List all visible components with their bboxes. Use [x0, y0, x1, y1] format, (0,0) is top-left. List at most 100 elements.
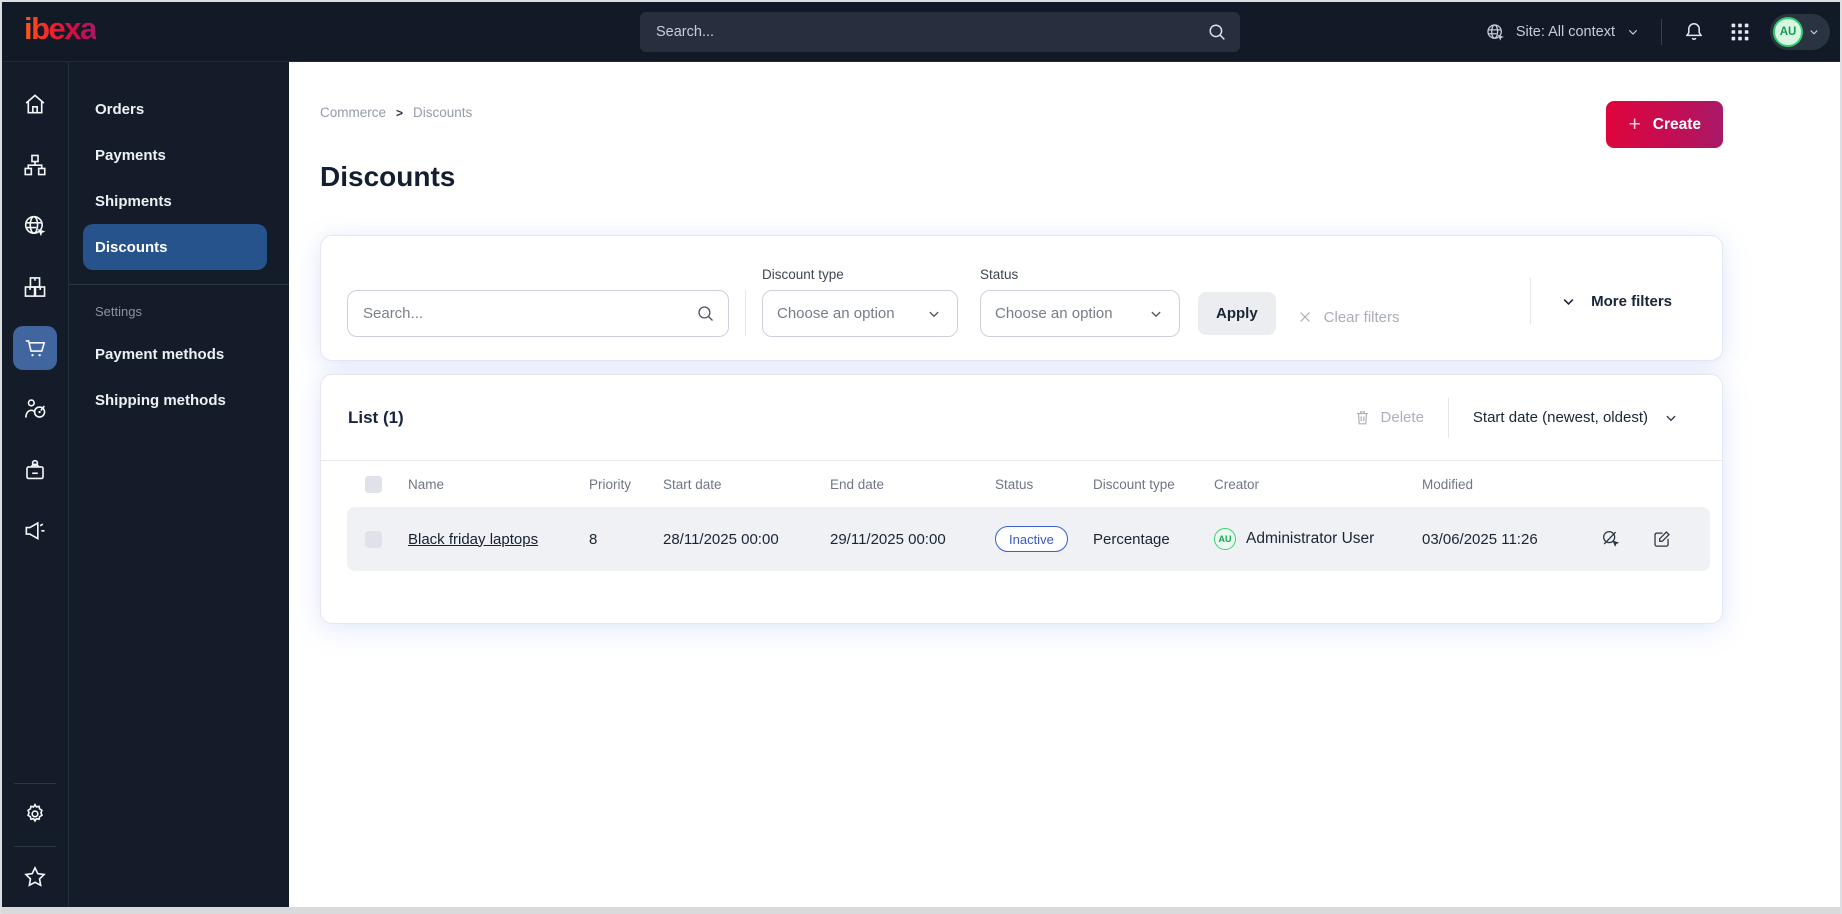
settings-gear-icon[interactable] — [13, 792, 57, 836]
apply-button[interactable]: Apply — [1198, 292, 1276, 335]
creator-name: Administrator User — [1246, 530, 1375, 547]
sidebar-item-payment-methods[interactable]: Payment methods — [69, 331, 289, 377]
row-creator: AU Administrator User — [1214, 528, 1422, 550]
globe-icon — [1487, 23, 1504, 41]
status-value: Choose an option — [995, 305, 1113, 322]
user-menu[interactable]: AU — [1770, 14, 1830, 50]
filter-divider — [1530, 278, 1532, 324]
rail-bottom-section — [2, 775, 68, 914]
rail-divider — [14, 846, 56, 847]
edit-icon[interactable] — [1651, 528, 1673, 550]
topbar-right-cluster: Site: All context AU — [1485, 2, 1830, 62]
row-end-date: 29/11/2025 00:00 — [830, 530, 946, 548]
chevron-down-icon — [1628, 29, 1638, 35]
commerce-cart-icon[interactable] — [13, 326, 57, 370]
chevron-down-icon — [1666, 415, 1676, 421]
sort-dropdown[interactable]: Start date (newest, oldest) — [1473, 409, 1680, 427]
select-all-checkbox[interactable] — [365, 475, 382, 493]
table-header: Name Priority Start date End date Status… — [347, 461, 1710, 507]
customers-target-icon[interactable] — [13, 387, 57, 431]
home-icon[interactable] — [13, 82, 57, 126]
chevron-down-icon — [1151, 311, 1161, 317]
filter-search — [347, 290, 729, 337]
list-header-divider — [1447, 397, 1449, 438]
settings-section-label: Settings — [95, 303, 142, 319]
app-window: ibexa Site: All context AU — [0, 0, 1842, 914]
delete-button-label: Delete — [1380, 409, 1424, 426]
rail-divider — [14, 783, 56, 784]
discounts-list-card: List (1) Delete Start date (newest, olde… — [320, 374, 1723, 624]
breadcrumb-separator: > — [396, 105, 404, 120]
user-avatar: AU — [1773, 17, 1803, 47]
filter-divider — [745, 290, 746, 336]
search-icon[interactable] — [695, 303, 716, 324]
create-button-label: Create — [1652, 115, 1701, 133]
trash-icon — [1356, 411, 1368, 425]
chevron-down-icon — [1810, 30, 1818, 35]
discount-name-link[interactable]: Black friday laptops — [408, 531, 538, 548]
clear-filters-label: Clear filters — [1323, 308, 1400, 326]
col-start-date: Start date — [663, 476, 722, 492]
more-filters-button[interactable]: More filters — [1530, 278, 1696, 324]
table-row: Black friday laptops 8 28/11/2025 00:00 … — [347, 507, 1710, 571]
row-checkbox[interactable] — [365, 530, 382, 548]
more-filters-label: More filters — [1591, 292, 1672, 310]
corporate-badge-icon[interactable] — [13, 448, 57, 492]
sitemap-icon[interactable] — [13, 143, 57, 187]
row-discount-type: Percentage — [1093, 530, 1170, 548]
preview-disabled-icon[interactable] — [1600, 528, 1622, 550]
main-content: Commerce > Discounts + Create Discounts — [289, 62, 1840, 914]
sort-dropdown-label: Start date (newest, oldest) — [1472, 409, 1648, 426]
creator-avatar: AU — [1214, 528, 1236, 550]
create-button[interactable]: + Create — [1606, 101, 1723, 148]
col-end-date: End date — [830, 476, 885, 492]
topbar: ibexa Site: All context AU — [2, 2, 1840, 62]
status-select[interactable]: Choose an option — [980, 290, 1180, 337]
product-catalog-icon[interactable] — [13, 265, 57, 309]
chevron-down-icon — [1563, 298, 1574, 305]
discount-type-value: Choose an option — [777, 305, 895, 322]
ibexa-logo: ibexa — [24, 13, 97, 50]
row-actions — [1600, 528, 1710, 550]
sidebar-item-shipping-methods[interactable]: Shipping methods — [69, 377, 289, 423]
sidebar-item-payments[interactable]: Payments — [69, 132, 289, 178]
clear-filters-button[interactable]: Clear filters — [1296, 308, 1400, 326]
submenu-divider — [69, 284, 289, 285]
discount-type-select[interactable]: Choose an option — [762, 290, 958, 337]
col-status: Status — [995, 476, 1034, 492]
sidebar-item-shipments[interactable]: Shipments — [69, 178, 289, 224]
list-title: List (1) — [348, 407, 404, 427]
row-modified: 03/06/2025 11:26 — [1422, 530, 1538, 548]
site-context-selector[interactable]: Site: All context — [1485, 22, 1641, 43]
filters-card: Discount type Choose an option Status Ch… — [320, 235, 1723, 361]
discount-type-filter: Discount type Choose an option — [762, 267, 958, 337]
bottom-strip — [2, 907, 1840, 914]
app-grid-icon[interactable] — [1728, 20, 1752, 44]
notifications-bell-icon[interactable] — [1682, 20, 1706, 44]
chevron-down-icon — [929, 311, 939, 317]
col-priority: Priority — [589, 476, 632, 492]
breadcrumb-commerce[interactable]: Commerce — [320, 105, 386, 120]
page-title: Discounts — [320, 161, 456, 192]
col-discount-type: Discount type — [1093, 476, 1175, 492]
icon-rail — [2, 62, 68, 914]
global-search — [640, 12, 1240, 52]
sidebar-item-discounts[interactable]: Discounts — [83, 224, 267, 270]
commerce-submenu: Orders Payments Shipments Discounts Sett… — [68, 62, 289, 914]
site-globe-icon[interactable] — [13, 204, 57, 248]
topbar-divider — [1661, 19, 1662, 45]
marketing-megaphone-icon[interactable] — [13, 509, 57, 553]
plus-icon: + — [1628, 113, 1641, 136]
delete-button[interactable]: Delete — [1353, 408, 1424, 427]
filter-search-input[interactable] — [347, 290, 729, 337]
status-badge: Inactive — [995, 526, 1068, 552]
sidebar-item-orders[interactable]: Orders — [69, 86, 289, 132]
breadcrumb-discounts: Discounts — [413, 105, 473, 120]
bookmarks-star-icon[interactable] — [13, 855, 57, 899]
col-creator: Creator — [1214, 476, 1260, 492]
global-search-input[interactable] — [640, 12, 1240, 52]
search-icon[interactable] — [1206, 21, 1228, 43]
discount-type-label: Discount type — [762, 267, 844, 282]
status-filter: Status Choose an option — [980, 267, 1180, 337]
list-header: List (1) Delete Start date (newest, olde… — [321, 375, 1722, 461]
